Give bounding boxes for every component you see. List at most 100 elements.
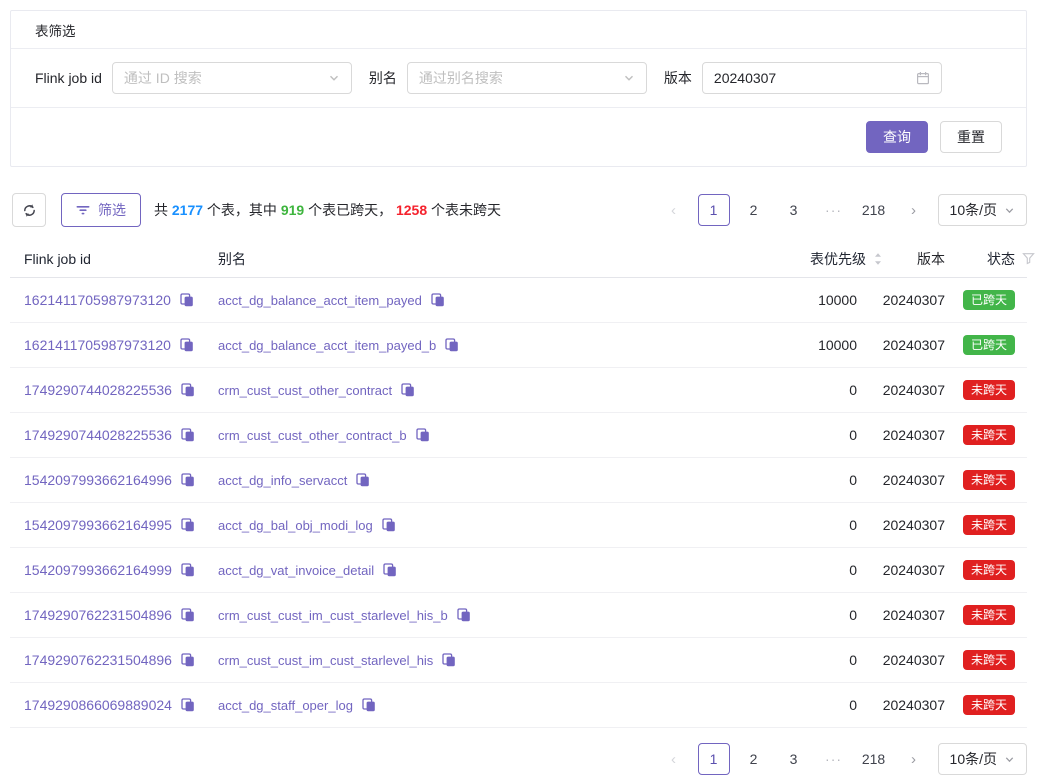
copy-icon[interactable] <box>180 338 194 352</box>
alias-label: 别名 <box>369 68 397 88</box>
header-flink-job-id: Flink job id <box>10 251 218 267</box>
page-button-2[interactable]: 2 <box>738 194 770 226</box>
copy-icon[interactable] <box>431 293 445 307</box>
copy-icon[interactable] <box>457 608 471 622</box>
alias-link[interactable]: acct_dg_info_servacct <box>218 473 347 488</box>
bottom-bar: ‹ 1 2 3 ··· 218 › 10条/页 <box>10 743 1027 775</box>
priority-value: 10000 <box>707 337 857 353</box>
flink-job-id-link[interactable]: 1749290744028225536 <box>24 382 172 398</box>
page-button-3[interactable]: 3 <box>778 743 810 775</box>
copy-icon[interactable] <box>181 383 195 397</box>
page-button-2[interactable]: 2 <box>738 743 770 775</box>
priority-value: 0 <box>707 382 857 398</box>
page-size-select[interactable]: 10条/页 <box>938 743 1027 775</box>
priority-value: 0 <box>707 697 857 713</box>
copy-icon[interactable] <box>362 698 376 712</box>
alias-select[interactable] <box>407 62 647 94</box>
page-button-3[interactable]: 3 <box>778 194 810 226</box>
priority-value: 0 <box>707 472 857 488</box>
flink-job-id-link[interactable]: 1749290866069889024 <box>24 697 172 713</box>
version-value: 20240307 <box>857 337 945 353</box>
chevron-down-icon <box>328 72 340 84</box>
alias-link[interactable]: acct_dg_bal_obj_modi_log <box>218 518 373 533</box>
page-ellipsis[interactable]: ··· <box>818 743 850 775</box>
funnel-icon[interactable] <box>1022 252 1035 265</box>
copy-icon[interactable] <box>442 653 456 667</box>
page-button-1[interactable]: 1 <box>698 743 730 775</box>
status-badge: 已跨天 <box>963 290 1015 310</box>
alias-link[interactable]: acct_dg_vat_invoice_detail <box>218 563 374 578</box>
copy-icon[interactable] <box>180 293 194 307</box>
alias-link[interactable]: crm_cust_cust_other_contract <box>218 383 392 398</box>
chevron-right-icon[interactable]: › <box>898 743 930 775</box>
version-value: 20240307 <box>857 697 945 713</box>
table-toolbar: 筛选 共 2177 个表，其中 919 个表已跨天， 1258 个表未跨天 ‹ … <box>10 193 1027 227</box>
alias-link[interactable]: acct_dg_staff_oper_log <box>218 698 353 713</box>
alias-link[interactable]: acct_dg_balance_acct_item_payed_b <box>218 338 436 353</box>
status-badge: 已跨天 <box>963 335 1015 355</box>
crossed-count: 919 <box>281 202 304 218</box>
copy-icon[interactable] <box>181 473 195 487</box>
flink-job-id-link[interactable]: 1749290744028225536 <box>24 427 172 443</box>
calendar-icon <box>916 71 930 85</box>
chevron-left-icon[interactable]: ‹ <box>658 194 690 226</box>
chevron-right-icon[interactable]: › <box>898 194 930 226</box>
copy-icon[interactable] <box>401 383 415 397</box>
version-date-picker[interactable] <box>702 62 942 94</box>
version-value: 20240307 <box>857 427 945 443</box>
copy-icon[interactable] <box>445 338 459 352</box>
copy-icon[interactable] <box>382 518 396 532</box>
flink-job-id-link[interactable]: 1749290762231504896 <box>24 607 172 623</box>
copy-icon[interactable] <box>356 473 370 487</box>
page-button-last[interactable]: 218 <box>858 194 890 226</box>
header-priority[interactable]: 表优先级 <box>707 249 857 269</box>
version-date-input[interactable] <box>714 70 916 86</box>
refresh-button[interactable] <box>12 193 46 227</box>
copy-icon[interactable] <box>416 428 430 442</box>
alias-link[interactable]: acct_dg_balance_acct_item_payed <box>218 293 422 308</box>
uncrossed-count: 1258 <box>396 202 427 218</box>
filter-toggle-button[interactable]: 筛选 <box>61 193 141 227</box>
alias-input[interactable] <box>419 70 623 86</box>
filter-actions-row: 查询 重置 <box>11 107 1026 166</box>
filter-card-title: 表筛选 <box>11 11 1026 49</box>
header-version: 版本 <box>857 249 945 269</box>
flink-job-id-link[interactable]: 1749290762231504896 <box>24 652 172 668</box>
flink-job-id-link[interactable]: 1621411705987973120 <box>24 337 171 353</box>
copy-icon[interactable] <box>181 698 195 712</box>
chevron-left-icon[interactable]: ‹ <box>658 743 690 775</box>
version-value: 20240307 <box>857 652 945 668</box>
alias-link[interactable]: crm_cust_cust_im_cust_starlevel_his <box>218 653 433 668</box>
status-badge: 未跨天 <box>963 515 1015 535</box>
alias-link[interactable]: crm_cust_cust_other_contract_b <box>218 428 407 443</box>
flink-job-id-link[interactable]: 1542097993662164999 <box>24 562 172 578</box>
page-size-select[interactable]: 10条/页 <box>938 194 1027 226</box>
copy-icon[interactable] <box>181 563 195 577</box>
table-row: 1749290866069889024 acct_dg_staff_oper_l… <box>10 683 1027 728</box>
flink-job-id-input[interactable] <box>124 70 328 86</box>
copy-icon[interactable] <box>181 518 195 532</box>
version-value: 20240307 <box>857 382 945 398</box>
query-button[interactable]: 查询 <box>866 121 928 153</box>
page-button-last[interactable]: 218 <box>858 743 890 775</box>
copy-icon[interactable] <box>383 563 397 577</box>
priority-value: 0 <box>707 427 857 443</box>
flink-job-id-link[interactable]: 1542097993662164996 <box>24 472 172 488</box>
copy-icon[interactable] <box>181 428 195 442</box>
header-status[interactable]: 状态 <box>945 249 1015 269</box>
chevron-down-icon <box>1004 754 1015 765</box>
reset-button[interactable]: 重置 <box>940 121 1002 153</box>
version-value: 20240307 <box>857 517 945 533</box>
copy-icon[interactable] <box>181 608 195 622</box>
status-badge: 未跨天 <box>963 695 1015 715</box>
flink-job-id-link[interactable]: 1621411705987973120 <box>24 292 171 308</box>
table-row: 1542097993662164996 acct_dg_info_servacc… <box>10 458 1027 503</box>
page-ellipsis[interactable]: ··· <box>818 194 850 226</box>
alias-link[interactable]: crm_cust_cust_im_cust_starlevel_his_b <box>218 608 448 623</box>
flink-job-id-select[interactable] <box>112 62 352 94</box>
copy-icon[interactable] <box>181 653 195 667</box>
version-value: 20240307 <box>857 292 945 308</box>
refresh-icon <box>22 203 37 218</box>
flink-job-id-link[interactable]: 1542097993662164995 <box>24 517 172 533</box>
page-button-1[interactable]: 1 <box>698 194 730 226</box>
